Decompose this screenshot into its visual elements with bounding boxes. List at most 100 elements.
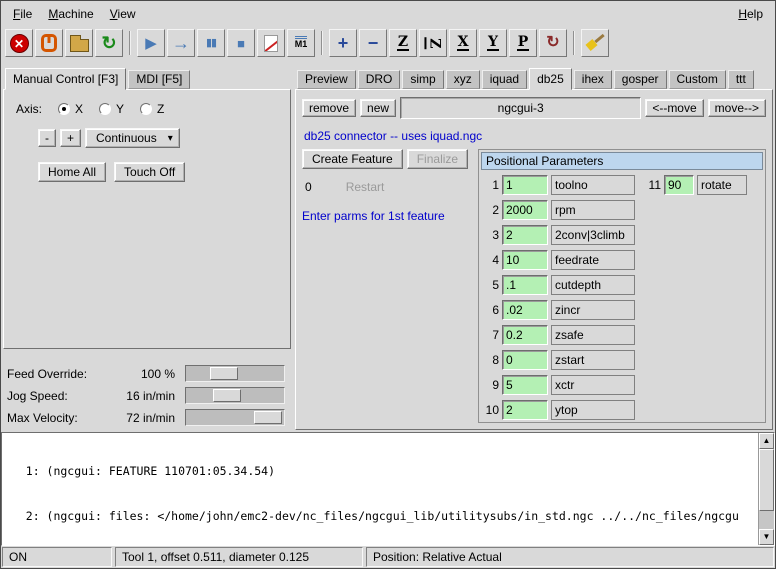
axis-x-radio[interactable]: X [58, 102, 83, 116]
param-entry-cutdepth[interactable] [502, 275, 548, 295]
gcode-text-area[interactable]: 1: (ngcgui: FEATURE 110701:05.34.54) 2: … [2, 433, 758, 545]
jog-minus-button[interactable]: - [38, 129, 56, 147]
param-name-label: 2conv|3climb [551, 225, 635, 245]
param-entry-zstart[interactable] [502, 350, 548, 370]
jog-plus-button[interactable]: + [60, 129, 81, 147]
reload-button[interactable]: ↻ [95, 29, 123, 57]
step-button[interactable]: → [167, 29, 195, 57]
slider-thumb[interactable] [254, 411, 282, 424]
open-file-button[interactable] [65, 29, 93, 57]
rotate-view-button[interactable]: ↻ [539, 29, 567, 57]
create-feature-button[interactable]: Create Feature [302, 149, 403, 169]
slider-thumb[interactable] [210, 367, 238, 380]
touch-off-button[interactable]: Touch Off [114, 162, 185, 182]
view-x-button[interactable]: X [449, 29, 477, 57]
menubar: File Machine View Help [1, 1, 775, 27]
view-z-button[interactable]: Z [389, 29, 417, 57]
remove-button[interactable]: remove [302, 99, 356, 117]
tab-ihex[interactable]: ihex [574, 70, 612, 89]
scroll-up-arrow-icon[interactable]: ▲ [759, 433, 774, 449]
zoom-in-button[interactable]: + [329, 29, 357, 57]
param-entry-zincr[interactable] [502, 300, 548, 320]
menu-view[interactable]: View [102, 3, 144, 25]
param-entry-ytop[interactable] [502, 400, 548, 420]
clean-button[interactable] [581, 29, 609, 57]
view-p-button[interactable]: P [509, 29, 537, 57]
pause-button[interactable]: ▮▮ [197, 29, 225, 57]
menu-help[interactable]: Help [730, 3, 771, 25]
estop-icon: ✕ [10, 34, 29, 53]
scrollbar-track[interactable] [759, 449, 774, 529]
view-y-button[interactable]: Y [479, 29, 507, 57]
restart-button[interactable]: Restart [336, 177, 395, 197]
main-area: Manual Control [F3] MDI [F5] Axis: X Y [1, 59, 775, 430]
run-button[interactable]: ▶ [137, 29, 165, 57]
machine-state-status: ON [2, 547, 112, 567]
param-row: 6 zincr [481, 297, 643, 322]
menu-file[interactable]: File [5, 3, 40, 25]
axis-y-radio[interactable]: Y [99, 102, 124, 116]
rotate-view-icon: ↻ [546, 35, 559, 51]
menu-machine[interactable]: Machine [40, 3, 101, 25]
feed-override-slider[interactable] [185, 365, 285, 382]
stop-button[interactable]: ■ [227, 29, 255, 57]
finalize-button[interactable]: Finalize [407, 149, 468, 169]
console-line: 2: (ngcgui: files: </home/john/emc2-dev/… [5, 509, 755, 524]
tab-ttt[interactable]: ttt [728, 70, 754, 89]
move-right-button[interactable]: move--> [708, 99, 766, 117]
ngcgui-content: Create Feature Finalize 0 Restart Enter … [302, 149, 766, 423]
param-row: 8 zstart [481, 347, 643, 372]
param-row: 7 zsafe [481, 322, 643, 347]
param-entry-feedrate[interactable] [502, 250, 548, 270]
param-entry-toolno[interactable] [502, 175, 548, 195]
move-left-button[interactable]: <--move [645, 99, 703, 117]
reload-icon: ↻ [101, 34, 116, 52]
view-z-rotated-button[interactable]: Z [419, 29, 447, 57]
param-entry-xctr[interactable] [502, 375, 548, 395]
optional-stop-button[interactable]: M1 [287, 29, 315, 57]
slider-thumb[interactable] [213, 389, 241, 402]
tab-manual-control[interactable]: Manual Control [F3] [5, 68, 126, 90]
param-name-label: rotate [697, 175, 747, 195]
feed-override-row: Feed Override: 100 % [7, 363, 285, 384]
param-number: 6 [481, 303, 499, 317]
console-scrollbar[interactable]: ▲ ▼ [758, 433, 774, 545]
tab-name-entry[interactable] [400, 97, 641, 119]
view-x-icon: X [457, 35, 470, 52]
tab-custom[interactable]: Custom [669, 70, 726, 89]
radio-indicator [58, 103, 70, 115]
tab-xyz[interactable]: xyz [446, 70, 480, 89]
zoom-out-icon: − [368, 34, 379, 52]
tab-db25[interactable]: db25 [529, 68, 572, 90]
max-velocity-slider[interactable] [185, 409, 285, 426]
machine-power-icon [41, 34, 57, 52]
tab-iquad[interactable]: iquad [482, 70, 527, 89]
axis-x-label: X [75, 102, 83, 116]
scroll-down-arrow-icon[interactable]: ▼ [759, 529, 774, 545]
home-all-button[interactable]: Home All [38, 162, 106, 182]
estop-button[interactable]: ✕ [5, 29, 33, 57]
tab-preview[interactable]: Preview [297, 70, 356, 89]
axis-z-radio[interactable]: Z [140, 102, 164, 116]
new-button[interactable]: new [360, 99, 396, 117]
jog-speed-slider[interactable] [185, 387, 285, 404]
clear-plot-icon [264, 35, 278, 52]
zoom-out-button[interactable]: − [359, 29, 387, 57]
axis-y-label: Y [116, 102, 124, 116]
tab-gosper[interactable]: gosper [614, 70, 667, 89]
tab-mdi[interactable]: MDI [F5] [128, 70, 190, 89]
jog-mode-value: Continuous [96, 131, 157, 145]
jog-controls: - + Continuous ▾ [12, 128, 282, 148]
param-name-label: feedrate [551, 250, 635, 270]
tab-simp[interactable]: simp [402, 70, 443, 89]
jog-mode-dropdown[interactable]: Continuous ▾ [85, 128, 180, 148]
machine-power-button[interactable] [35, 29, 63, 57]
scrollbar-thumb[interactable] [759, 449, 774, 511]
param-entry-conv-climb[interactable] [502, 225, 548, 245]
param-entry-zsafe[interactable] [502, 325, 548, 345]
param-entry-rotate[interactable] [664, 175, 694, 195]
clear-plot-button[interactable] [257, 29, 285, 57]
tab-dro[interactable]: DRO [358, 70, 401, 89]
param-number: 5 [481, 278, 499, 292]
param-entry-rpm[interactable] [502, 200, 548, 220]
